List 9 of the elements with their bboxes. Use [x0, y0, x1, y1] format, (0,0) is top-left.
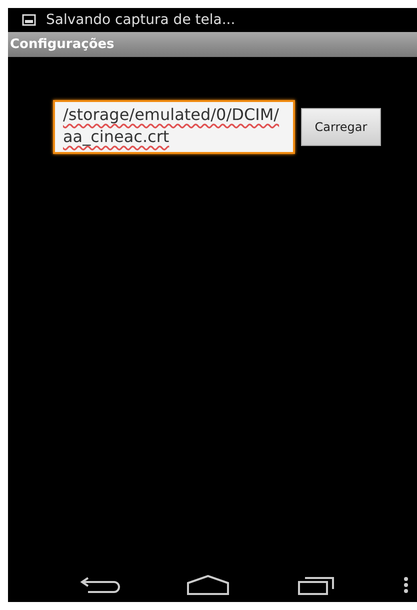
recent-apps-icon[interactable] [296, 575, 337, 595]
back-icon[interactable] [80, 576, 120, 594]
menu-icon[interactable] [402, 576, 409, 594]
load-button[interactable]: Carregar [301, 108, 381, 146]
screen-title: Configurações [10, 37, 114, 52]
home-icon[interactable] [186, 575, 230, 595]
path-field[interactable]: /storage/emulated/0/DCIM/aa_cineac.crt [53, 100, 295, 154]
image-icon [22, 14, 36, 26]
notification-text: Salvando captura de tela... [46, 12, 236, 28]
